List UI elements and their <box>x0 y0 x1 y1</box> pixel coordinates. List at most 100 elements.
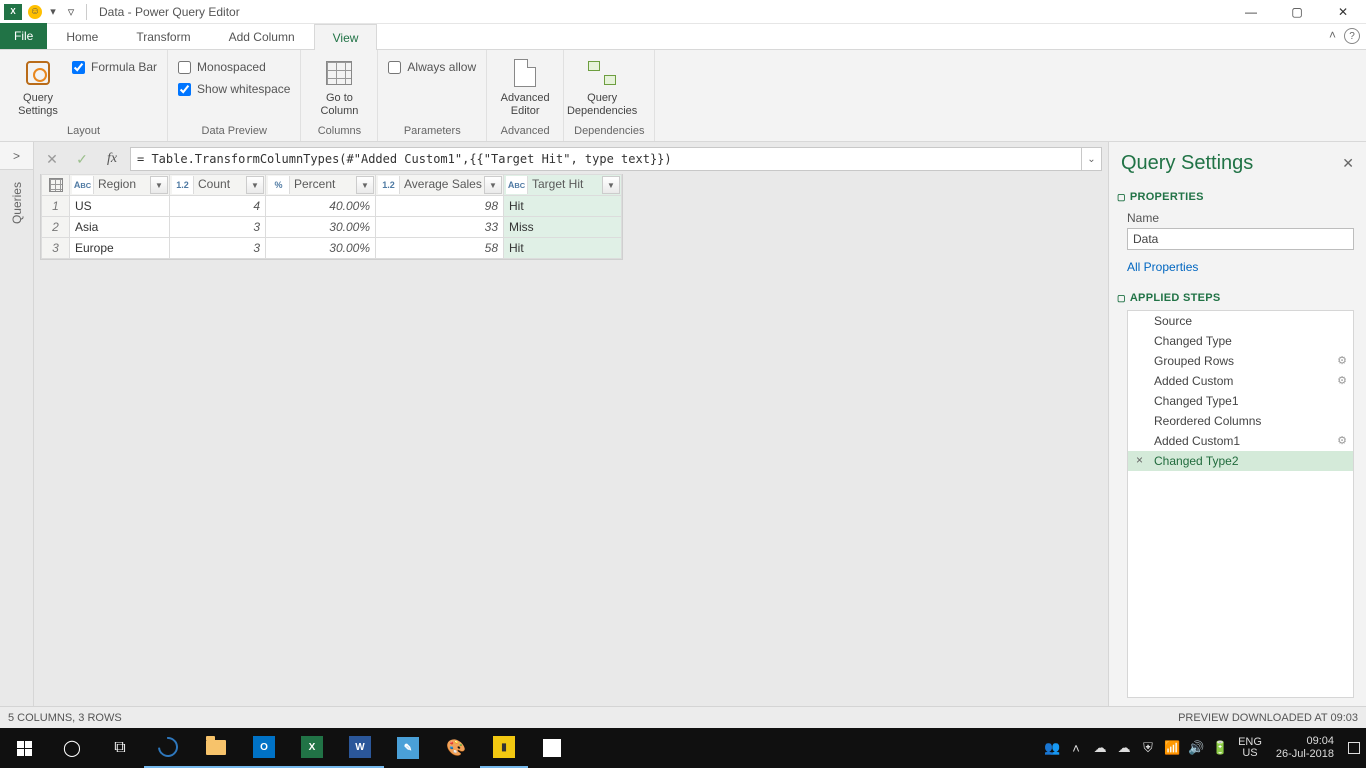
column-header-percent[interactable]: %Percent▼ <box>266 175 376 196</box>
cell-count[interactable]: 3 <box>170 217 266 238</box>
tab-add-column[interactable]: Add Column <box>210 23 314 49</box>
formula-input[interactable] <box>131 152 1081 166</box>
properties-section-header[interactable]: ▢PROPERTIES <box>1117 191 1354 203</box>
step-settings-icon[interactable]: ⚙ <box>1337 354 1347 367</box>
formula-commit-button[interactable]: ✓ <box>70 147 94 171</box>
tab-view[interactable]: View <box>314 24 378 50</box>
taskbar-outlook-icon[interactable]: O <box>240 728 288 768</box>
help-icon[interactable]: ? <box>1344 28 1360 44</box>
tray-volume-icon[interactable]: 🔊 <box>1184 728 1208 768</box>
query-name-input[interactable] <box>1127 228 1354 250</box>
column-filter-button[interactable]: ▼ <box>484 176 502 194</box>
column-header-target-hit[interactable]: ABCTarget Hit▼ <box>504 175 622 196</box>
column-header-average-sales[interactable]: 1.2Average Sales▼ <box>376 175 504 196</box>
applied-step[interactable]: Changed Type <box>1128 331 1353 351</box>
tab-file[interactable]: File <box>0 23 47 49</box>
applied-step[interactable]: Source <box>1128 311 1353 331</box>
window-maximize-button[interactable]: ▢ <box>1274 0 1320 24</box>
tray-clock[interactable]: 09:0426-Jul-2018 <box>1268 735 1342 760</box>
cell-average[interactable]: 98 <box>376 196 504 217</box>
taskbar-notes-icon[interactable]: ✎ <box>384 728 432 768</box>
cell-target[interactable]: Miss <box>504 217 622 238</box>
cell-count[interactable]: 4 <box>170 196 266 217</box>
table-row[interactable]: 1US440.00%98Hit <box>42 196 622 217</box>
column-header-count[interactable]: 1.2Count▼ <box>170 175 266 196</box>
cortana-button[interactable]: ◯ <box>48 728 96 768</box>
column-filter-button[interactable]: ▼ <box>356 176 374 194</box>
taskbar-excel-icon[interactable]: X <box>288 728 336 768</box>
row-number[interactable]: 1 <box>42 196 70 217</box>
window-close-button[interactable]: ✕ <box>1320 0 1366 24</box>
cell-average[interactable]: 58 <box>376 238 504 259</box>
applied-step[interactable]: Reordered Columns <box>1128 411 1353 431</box>
tab-transform[interactable]: Transform <box>117 23 209 49</box>
taskbar-edge-icon[interactable] <box>144 728 192 768</box>
applied-step[interactable]: Grouped Rows⚙ <box>1128 351 1353 371</box>
cell-region[interactable]: Europe <box>70 238 170 259</box>
taskbar-explorer-icon[interactable] <box>192 728 240 768</box>
advanced-editor-button[interactable]: Advanced Editor <box>497 54 553 117</box>
monospaced-checkbox[interactable]: Monospaced <box>178 56 290 78</box>
query-dependencies-button[interactable]: Query Dependencies <box>574 54 630 117</box>
taskbar-paint-icon[interactable]: 🎨 <box>432 728 480 768</box>
grid-corner[interactable] <box>42 175 70 196</box>
tray-security-icon[interactable]: ⛨ <box>1136 728 1160 768</box>
taskbar-blank-icon[interactable] <box>528 728 576 768</box>
tray-battery-icon[interactable]: 🔋 <box>1208 728 1232 768</box>
always-allow-checkbox[interactable]: Always allow <box>388 56 476 78</box>
query-settings-button[interactable]: Query Settings <box>10 54 66 117</box>
cell-percent[interactable]: 40.00% <box>266 196 376 217</box>
tray-network-icon[interactable]: 📶 <box>1160 728 1184 768</box>
cell-region[interactable]: US <box>70 196 170 217</box>
tray-notifications-icon[interactable] <box>1342 728 1366 768</box>
tray-chevron-up-icon[interactable]: ˄ <box>1064 728 1088 768</box>
row-number[interactable]: 2 <box>42 217 70 238</box>
cell-percent[interactable]: 30.00% <box>266 238 376 259</box>
table-row[interactable]: 3Europe330.00%58Hit <box>42 238 622 259</box>
tray-people-icon[interactable]: 👥 <box>1040 728 1064 768</box>
applied-step[interactable]: Changed Type1 <box>1128 391 1353 411</box>
column-filter-button[interactable]: ▼ <box>602 176 620 194</box>
applied-step[interactable]: Added Custom1⚙ <box>1128 431 1353 451</box>
cell-average[interactable]: 33 <box>376 217 504 238</box>
go-to-column-button[interactable]: Go to Column <box>311 54 367 117</box>
column-filter-button[interactable]: ▼ <box>246 176 264 194</box>
ribbon-collapse-icon[interactable]: ˄ <box>1329 28 1336 44</box>
step-settings-icon[interactable]: ⚙ <box>1337 434 1347 447</box>
tray-cloud-icon[interactable]: ☁ <box>1112 728 1136 768</box>
queries-expand-button[interactable]: > <box>0 142 33 170</box>
step-settings-icon[interactable]: ⚙ <box>1337 374 1347 387</box>
query-settings-close-button[interactable]: ✕ <box>1342 155 1354 172</box>
cell-count[interactable]: 3 <box>170 238 266 259</box>
all-properties-link[interactable]: All Properties <box>1127 260 1354 274</box>
formula-dropdown-button[interactable]: ⌄ <box>1081 148 1101 170</box>
column-header-region[interactable]: ABCRegion▼ <box>70 175 170 196</box>
window-minimize-button[interactable]: — <box>1228 0 1274 24</box>
qat-smiley-icon[interactable]: ☺ <box>26 3 44 21</box>
tray-onedrive-icon[interactable]: ☁ <box>1088 728 1112 768</box>
taskbar-powerbi-icon[interactable]: ▮ <box>480 728 528 768</box>
taskbar-word-icon[interactable]: W <box>336 728 384 768</box>
table-row[interactable]: 2Asia330.00%33Miss <box>42 217 622 238</box>
cell-percent[interactable]: 30.00% <box>266 217 376 238</box>
tab-home[interactable]: Home <box>47 23 117 49</box>
column-filter-button[interactable]: ▼ <box>150 176 168 194</box>
qat-overflow-icon[interactable]: ▿ <box>62 3 80 21</box>
applied-step[interactable]: Added Custom⚙ <box>1128 371 1353 391</box>
fx-icon[interactable]: fx <box>100 147 124 171</box>
applied-steps-header[interactable]: ▢APPLIED STEPS <box>1117 292 1354 304</box>
formula-bar-checkbox[interactable]: Formula Bar <box>72 56 157 78</box>
cell-target[interactable]: Hit <box>504 196 622 217</box>
row-number[interactable]: 3 <box>42 238 70 259</box>
start-button[interactable] <box>0 728 48 768</box>
applied-step[interactable]: Changed Type2 <box>1128 451 1353 471</box>
queries-pane-label[interactable]: Queries <box>10 182 24 224</box>
data-grid[interactable]: ABCRegion▼1.2Count▼%Percent▼1.2Average S… <box>40 174 623 260</box>
formula-cancel-button[interactable]: ✕ <box>40 147 64 171</box>
tray-language[interactable]: ENGUS <box>1232 737 1268 759</box>
qat-dropdown-icon[interactable]: ▾ <box>44 3 62 21</box>
task-view-button[interactable]: ⧉ <box>96 728 144 768</box>
show-whitespace-checkbox[interactable]: Show whitespace <box>178 78 290 100</box>
cell-region[interactable]: Asia <box>70 217 170 238</box>
cell-target[interactable]: Hit <box>504 238 622 259</box>
